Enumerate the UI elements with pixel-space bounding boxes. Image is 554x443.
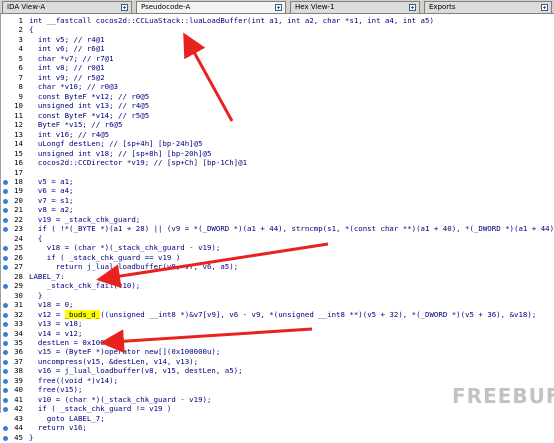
tab-hex-view[interactable]: Hex View-1 [290, 1, 420, 13]
close-icon[interactable] [541, 4, 548, 11]
close-icon[interactable] [409, 4, 416, 11]
watermark: FREEBUF [452, 384, 554, 408]
tab-ida-view[interactable]: IDA View-A [2, 1, 132, 13]
code-text: } [29, 432, 34, 442]
tab-label: Pseudocode-A [141, 3, 191, 11]
tab-label: Exports [429, 3, 456, 11]
highlighted-token[interactable]: _buds_d_ [64, 309, 101, 319]
pseudocode-editor[interactable]: 1 int __fastcall cocos2d::CCLuaStack::lua… [0, 14, 554, 442]
tab-label: Hex View-1 [295, 3, 335, 11]
tab-bar: IDA View-A Pseudocode-A Hex View-1 Expor… [0, 0, 554, 14]
tab-label: IDA View-A [7, 3, 46, 11]
line-number: 45 [14, 432, 23, 442]
close-icon[interactable] [121, 4, 128, 11]
tab-exports[interactable]: Exports [424, 1, 552, 13]
close-icon[interactable] [275, 4, 282, 11]
code-line[interactable]: 45} [1, 433, 554, 443]
tab-pseudocode[interactable]: Pseudocode-A [136, 1, 286, 13]
